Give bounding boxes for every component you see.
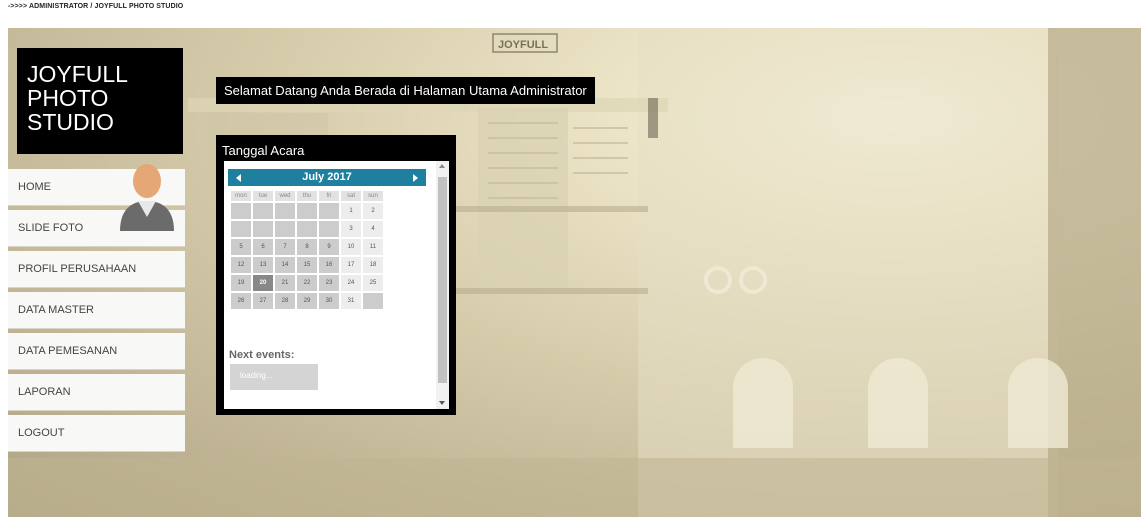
calendar-empty-cell xyxy=(231,203,251,219)
scroll-up-icon[interactable] xyxy=(439,164,445,168)
calendar-day[interactable]: 19 xyxy=(231,275,251,291)
calendar-day[interactable]: 26 xyxy=(231,293,251,309)
calendar-grid: mon tue wed thu fri sat sun 1 2 3 4 5 6 7 8 9 10 11 12 13 14… xyxy=(229,189,385,311)
calendar-day[interactable]: 10 xyxy=(341,239,361,255)
user-avatar-icon xyxy=(120,164,174,231)
calendar-day[interactable]: 21 xyxy=(275,275,295,291)
day-name-thu: thu xyxy=(297,191,317,201)
day-name-fri: fri xyxy=(319,191,339,201)
calendar-empty-cell xyxy=(363,293,383,309)
day-name-mon: mon xyxy=(231,191,251,201)
calendar-day[interactable]: 6 xyxy=(253,239,273,255)
calendar-scrollbar[interactable] xyxy=(436,161,449,409)
menu-item-data-pemesanan[interactable]: DATA PEMESANAN xyxy=(8,333,185,370)
calendar-day[interactable]: 7 xyxy=(275,239,295,255)
day-name-wed: wed xyxy=(275,191,295,201)
calendar-title: Tanggal Acara xyxy=(222,143,305,158)
calendar-empty-cell xyxy=(253,203,273,219)
calendar-week: 12 13 14 15 16 17 18 xyxy=(231,257,383,273)
calendar-empty-cell xyxy=(231,221,251,237)
logo-line-3: STUDIO xyxy=(27,109,114,135)
calendar-week: 26 27 28 29 30 31 xyxy=(231,293,383,309)
calendar-day[interactable]: 25 xyxy=(363,275,383,291)
sign-text: JOYFULL xyxy=(498,39,548,51)
calendar-day[interactable]: 8 xyxy=(297,239,317,255)
background-photo: JOYFULL JOYFULL PHOTO STUDIO Selamat Dat… xyxy=(8,28,1141,517)
calendar-day[interactable]: 2 xyxy=(363,203,383,219)
calendar-day[interactable]: 28 xyxy=(275,293,295,309)
scroll-down-icon[interactable] xyxy=(439,401,445,405)
loading-button[interactable]: loading... xyxy=(230,364,318,390)
menu-item-laporan[interactable]: LAPORAN xyxy=(8,374,185,411)
calendar-week: 34 xyxy=(231,221,383,237)
calendar-day[interactable]: 22 xyxy=(297,275,317,291)
calendar-empty-cell xyxy=(297,203,317,219)
day-name-tue: tue xyxy=(253,191,273,201)
calendar-empty-cell xyxy=(319,203,339,219)
calendar-header: July 2017 xyxy=(228,169,426,186)
calendar-day[interactable]: 29 xyxy=(297,293,317,309)
calendar-day[interactable]: 30 xyxy=(319,293,339,309)
welcome-banner: Selamat Datang Anda Berada di Halaman Ut… xyxy=(216,77,595,104)
calendar-day[interactable]: 13 xyxy=(253,257,273,273)
calendar-day[interactable]: 1 xyxy=(341,203,361,219)
calendar-empty-cell xyxy=(253,221,273,237)
logo-line-2: PHOTO xyxy=(27,85,109,111)
next-events-label: Next events: xyxy=(229,349,295,361)
calendar-day[interactable]: 17 xyxy=(341,257,361,273)
calendar-day[interactable]: 20 xyxy=(253,275,273,291)
calendar-day[interactable]: 5 xyxy=(231,239,251,255)
calendar-day[interactable]: 4 xyxy=(363,221,383,237)
calendar-day[interactable]: 12 xyxy=(231,257,251,273)
logo-line-1: JOYFULL xyxy=(27,61,128,87)
calendar-week: 12 xyxy=(231,203,383,219)
calendar-week: 5 6 7 8 9 10 11 xyxy=(231,239,383,255)
calendar-widget: July 2017 mon tue wed thu fri sat sun 1 2 3 4 5 6 7 8 9… xyxy=(224,161,449,409)
calendar-empty-cell xyxy=(297,221,317,237)
calendar-day[interactable]: 27 xyxy=(253,293,273,309)
calendar-day[interactable]: 3 xyxy=(341,221,361,237)
calendar-empty-cell xyxy=(275,203,295,219)
event-calendar-panel: Tanggal Acara July 2017 mon tue wed thu fri s… xyxy=(216,135,456,415)
calendar-day[interactable]: 31 xyxy=(341,293,361,309)
calendar-week: 19 20 21 22 23 24 25 xyxy=(231,275,383,291)
menu-item-logout[interactable]: LOGOUT xyxy=(8,415,185,452)
calendar-day[interactable]: 23 xyxy=(319,275,339,291)
scrollbar-thumb[interactable] xyxy=(438,177,447,383)
calendar-day[interactable]: 15 xyxy=(297,257,317,273)
calendar-empty-cell xyxy=(319,221,339,237)
day-name-sat: sat xyxy=(341,191,361,201)
calendar-day[interactable]: 9 xyxy=(319,239,339,255)
calendar-month: July 2017 xyxy=(302,171,352,183)
calendar-empty-cell xyxy=(275,221,295,237)
menu-item-profil-perusahaan[interactable]: PROFIL PERUSAHAAN xyxy=(8,251,185,288)
day-name-sun: sun xyxy=(363,191,383,201)
breadcrumb: ->>>> ADMINISTRATOR / JOYFULL PHOTO STUD… xyxy=(8,3,184,10)
menu-item-data-master[interactable]: DATA MASTER xyxy=(8,292,185,329)
calendar-day[interactable]: 24 xyxy=(341,275,361,291)
arrow-right-icon[interactable] xyxy=(413,174,418,182)
calendar-day[interactable]: 14 xyxy=(275,257,295,273)
site-logo[interactable]: JOYFULL PHOTO STUDIO xyxy=(17,48,183,154)
calendar-day[interactable]: 16 xyxy=(319,257,339,273)
calendar-day[interactable]: 11 xyxy=(363,239,383,255)
calendar-day[interactable]: 18 xyxy=(363,257,383,273)
